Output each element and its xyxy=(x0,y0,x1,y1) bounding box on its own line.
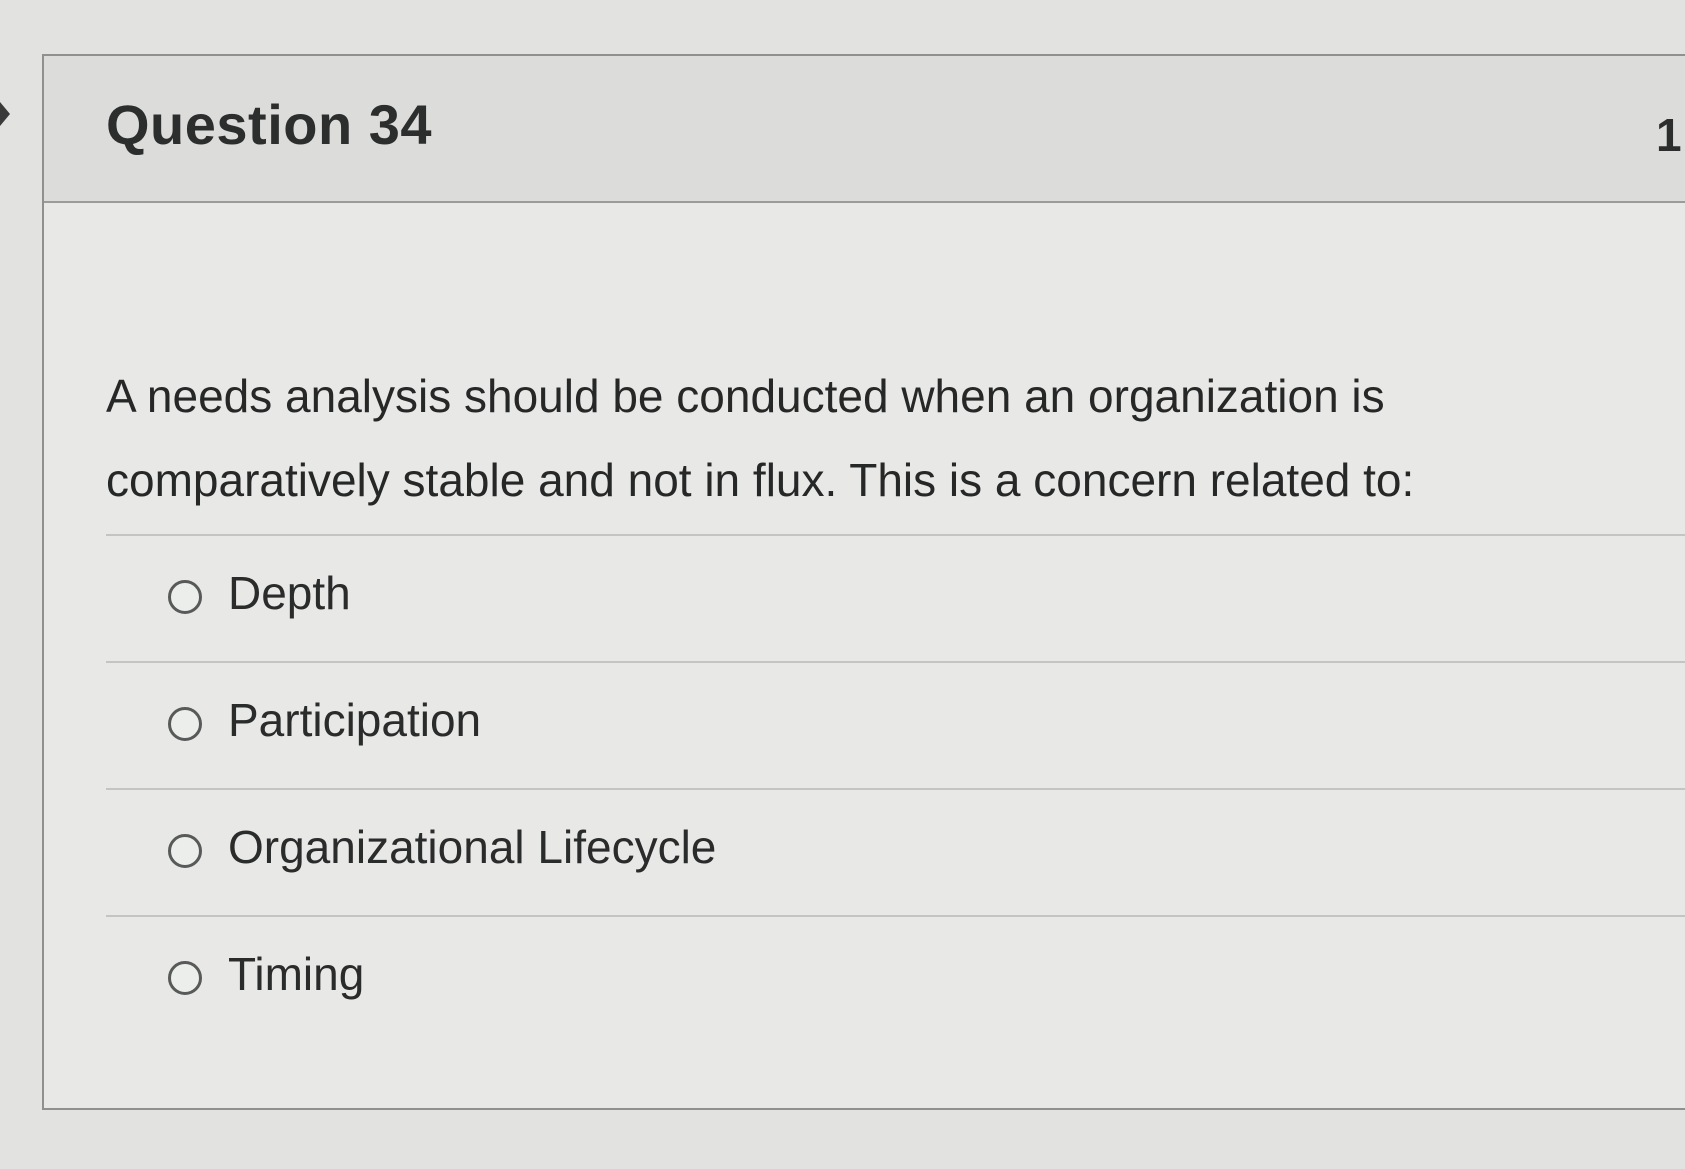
expand-arrow-icon[interactable] xyxy=(0,102,10,126)
answer-option[interactable]: Participation xyxy=(106,661,1685,788)
answer-option[interactable]: Depth xyxy=(106,534,1685,661)
answer-label[interactable]: Timing xyxy=(228,947,364,1001)
answer-label[interactable]: Participation xyxy=(228,693,481,747)
answer-list: Depth Participation Organizational Lifec… xyxy=(106,534,1685,1042)
answer-label[interactable]: Organizational Lifecycle xyxy=(228,820,716,874)
answer-label[interactable]: Depth xyxy=(228,566,351,620)
question-card: Question 34 1 A needs analysis should be… xyxy=(42,54,1685,1110)
radio-button[interactable] xyxy=(168,834,202,868)
question-points: 1 xyxy=(1656,109,1682,161)
question-text: A needs analysis should be conducted whe… xyxy=(106,370,1415,506)
answer-option[interactable]: Organizational Lifecycle xyxy=(106,788,1685,915)
radio-button[interactable] xyxy=(168,580,202,614)
question-title: Question 34 xyxy=(106,93,433,156)
question-header: Question 34 1 xyxy=(44,56,1685,203)
radio-button[interactable] xyxy=(168,707,202,741)
radio-button[interactable] xyxy=(168,961,202,995)
answer-option[interactable]: Timing xyxy=(106,915,1685,1042)
